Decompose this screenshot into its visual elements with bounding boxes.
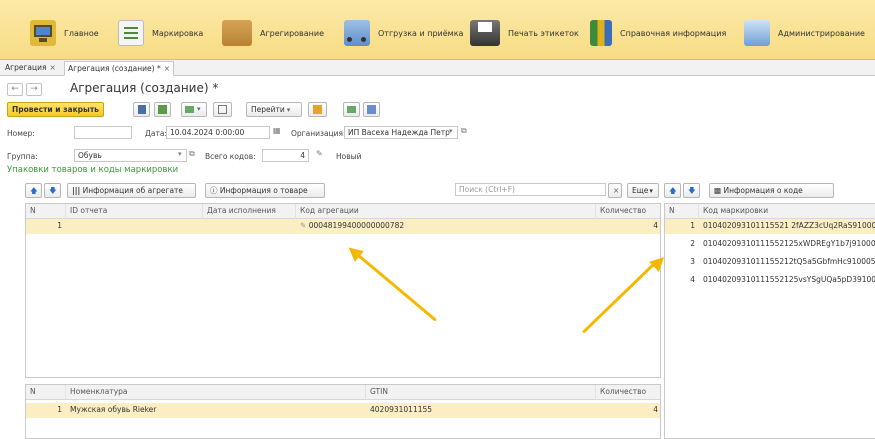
hierarchy-icon[interactable]	[308, 102, 327, 117]
more-button[interactable]: Еще▾	[627, 183, 659, 198]
section-title: Упаковки товаров и коды маркировки	[7, 165, 179, 175]
section-main[interactable]: Главное	[30, 18, 99, 48]
organization-field[interactable]: ИП Васеха Надежда Петр	[344, 126, 458, 139]
document-tabs: Агрегация × Агрегация (создание) * ×	[0, 60, 875, 76]
table-row[interactable]: 2 01040209310111552125xWDREgY1b7j910005	[665, 237, 875, 252]
organization-label: Организация:	[291, 129, 346, 138]
section-admin[interactable]: Администрирование	[744, 18, 865, 48]
desktop-icon	[30, 20, 56, 46]
aggregation-table: N ID отчета Дата исполнения Код агрегаци…	[25, 203, 661, 378]
search-input[interactable]: Поиск (Ctrl+F)	[455, 183, 606, 196]
copy-icon[interactable]	[363, 102, 380, 117]
table-header: N ID отчета Дата исполнения Код агрегаци…	[26, 204, 660, 219]
section-aggregation[interactable]: Агрегирование	[222, 18, 324, 48]
calendar-icon[interactable]: ▦	[273, 126, 281, 135]
app-window: Главное Маркировка Агрегирование Отгрузк…	[0, 0, 875, 439]
info-icon: ⓘ	[210, 186, 218, 195]
books-icon	[590, 20, 612, 46]
chevron-down-icon: ▾	[649, 187, 653, 195]
clear-search-button[interactable]: ×	[608, 183, 622, 198]
box-icon	[222, 20, 252, 46]
section-label-print[interactable]: Печать этикеток	[470, 18, 579, 48]
move-down-icon[interactable]: 🡇	[44, 183, 61, 198]
edit-icon: ✎	[300, 221, 307, 230]
marking-codes-table: N Код маркировки 1 010402093101115521 2f…	[664, 203, 875, 439]
table-icon[interactable]	[343, 102, 360, 117]
table-row[interactable]: 1 Мужская обувь Rieker 4020931011155 4	[26, 403, 660, 418]
move-down-icon[interactable]: 🡇	[683, 183, 700, 198]
close-icon[interactable]: ×	[164, 64, 170, 73]
aggregate-info-button[interactable]: ||| Информация об агрегате	[67, 183, 196, 198]
computer-icon	[744, 20, 770, 46]
group-label: Группа:	[7, 152, 38, 161]
status-badge: Новый	[336, 152, 362, 161]
chevron-down-icon: ▾	[286, 106, 291, 114]
tab-aggregation-list[interactable]: Агрегация ×	[2, 61, 59, 76]
table-row[interactable]: 1 010402093101115521 2fAZZ3cUq2RaS910005	[665, 219, 875, 234]
section-marking[interactable]: Маркировка	[118, 18, 203, 48]
barcode-icon: |||	[72, 186, 81, 195]
codes-total-label: Всего кодов:	[205, 152, 256, 161]
table-header: N Код маркировки	[665, 204, 875, 219]
move-up-icon[interactable]: 🡅	[25, 183, 42, 198]
section-reference[interactable]: Справочная информация	[590, 18, 726, 48]
chevron-down-icon[interactable]: ▾	[178, 150, 182, 158]
group-field[interactable]: Обувь	[74, 149, 187, 162]
codes-total-field: 4	[262, 149, 309, 162]
section-shipping[interactable]: Отгрузка и приёмка	[344, 18, 463, 48]
structure-icon[interactable]	[213, 102, 232, 117]
create-based-on-icon[interactable]: ▾	[181, 102, 207, 117]
truck-icon	[344, 20, 370, 46]
close-icon[interactable]: ×	[49, 63, 55, 72]
sections-panel: Главное Маркировка Агрегирование Отгрузк…	[0, 0, 875, 60]
checklist-icon	[118, 20, 144, 46]
chevron-down-icon[interactable]: ▾	[449, 127, 453, 135]
product-info-button[interactable]: ⓘ Информация о товаре	[205, 183, 325, 198]
code-info-button[interactable]: ▩ Информация о коде	[709, 183, 834, 198]
open-icon[interactable]: ⧉	[189, 149, 195, 159]
table-header: N Номенклатура GTIN Количество	[26, 385, 660, 400]
number-label: Номер:	[7, 129, 35, 138]
open-icon[interactable]: ⧉	[461, 126, 467, 136]
save-icon[interactable]	[133, 102, 150, 117]
table-row[interactable]: 4 01040209310111552125vsYSgUQa5pD3910005	[665, 273, 875, 288]
date-field[interactable]: 10.04.2024 0:00:00	[166, 126, 270, 139]
tab-aggregation-create[interactable]: Агрегация (создание) * ×	[64, 61, 175, 76]
move-up-icon[interactable]: 🡅	[664, 183, 681, 198]
goto-button[interactable]: Перейти ▾	[246, 102, 302, 117]
table-row[interactable]: 3 0104020931011155212tQ5a5GbfmHc910005	[665, 255, 875, 270]
post-and-close-button[interactable]: Провести и закрыть	[7, 102, 104, 117]
edit-icon[interactable]: ✎	[316, 149, 323, 158]
back-arrow-icon[interactable]: ←	[7, 83, 23, 96]
number-field[interactable]	[74, 126, 132, 139]
table-row[interactable]: 1 ✎ 00048199400000000782 4	[26, 219, 660, 234]
forward-arrow-icon[interactable]: →	[26, 83, 42, 96]
printer-icon	[470, 20, 500, 46]
nomenclature-table: N Номенклатура GTIN Количество 1 Мужская…	[25, 384, 661, 439]
post-document-icon[interactable]	[154, 102, 171, 117]
date-label: Дата:	[145, 129, 167, 138]
qr-icon: ▩	[714, 186, 722, 195]
page-title: Агрегация (создание) *	[70, 81, 219, 95]
